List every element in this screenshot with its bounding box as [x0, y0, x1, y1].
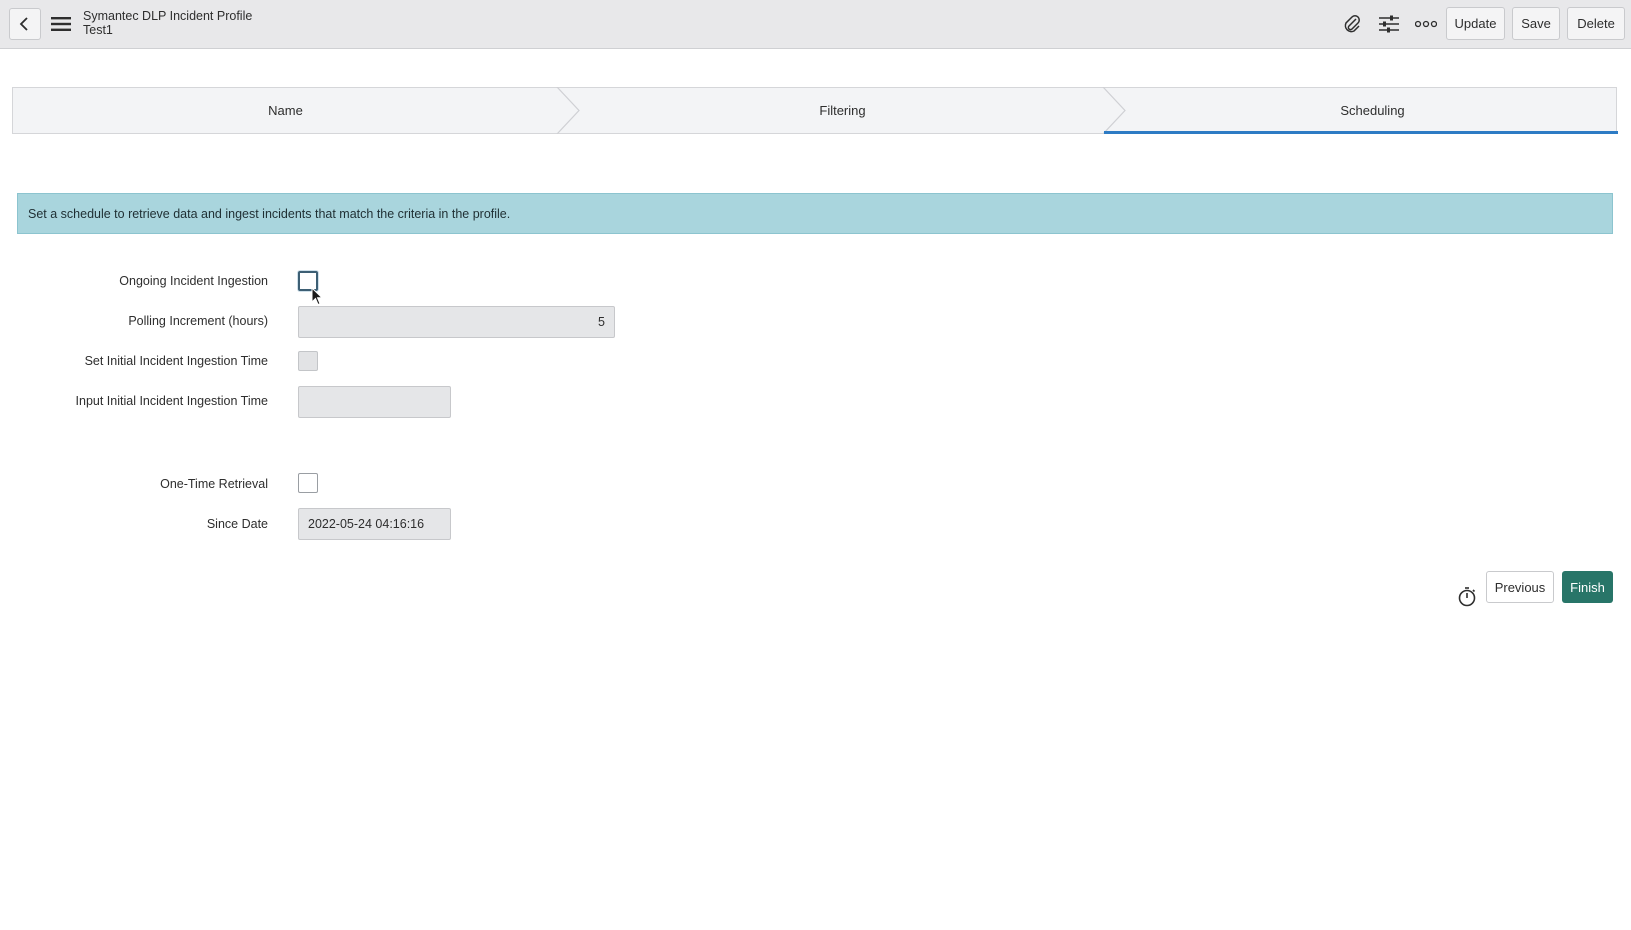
polling-increment-input[interactable]: 5: [298, 306, 615, 338]
hamburger-menu-icon: [51, 17, 71, 31]
hamburger-menu-button[interactable]: [50, 13, 72, 35]
step-name[interactable]: Name: [13, 88, 558, 133]
stopwatch-icon: [1458, 587, 1476, 607]
step-filtering[interactable]: Filtering: [581, 88, 1104, 133]
info-banner: Set a schedule to retrieve data and inge…: [17, 193, 1613, 234]
form-title: Symantec DLP Incident Profile: [83, 9, 253, 23]
form-title-block: Symantec DLP Incident Profile Test1: [83, 9, 252, 37]
settings-sliders-icon: [1379, 15, 1399, 33]
personalize-form-button[interactable]: [1377, 12, 1401, 36]
ongoing-ingestion-label: Ongoing Incident Ingestion: [119, 274, 268, 288]
update-button[interactable]: Update: [1446, 7, 1505, 40]
set-initial-time-checkbox[interactable]: [298, 351, 318, 371]
since-date-field[interactable]: 2022-05-24 04:16:16: [298, 508, 451, 540]
step-scheduling[interactable]: Scheduling: [1127, 88, 1618, 133]
polling-increment-label: Polling Increment (hours): [128, 314, 268, 328]
previous-button[interactable]: Previous: [1486, 571, 1554, 603]
input-initial-time-label: Input Initial Incident Ingestion Time: [75, 394, 268, 408]
since-date-label: Since Date: [206, 517, 268, 531]
step-separator-icon: [556, 87, 580, 134]
set-initial-time-label: Set Initial Incident Ingestion Time: [84, 354, 268, 368]
active-step-indicator: [1104, 131, 1618, 134]
back-button[interactable]: [9, 8, 41, 40]
one-time-retrieval-label: One-Time Retrieval: [160, 477, 268, 491]
more-options-button[interactable]: [1414, 12, 1438, 36]
save-button[interactable]: Save: [1512, 7, 1560, 40]
step-separator-icon: [1102, 87, 1126, 134]
form-header: Symantec DLP Incident Profile Test1 Upda…: [0, 0, 1631, 49]
mouse-cursor-icon: [311, 287, 324, 306]
more-options-icon: [1415, 20, 1437, 28]
one-time-retrieval-checkbox[interactable]: [298, 473, 318, 493]
back-icon: [19, 17, 28, 31]
input-initial-time-field[interactable]: [298, 386, 451, 418]
response-time-button[interactable]: [1455, 585, 1479, 609]
finish-button[interactable]: Finish: [1562, 571, 1613, 603]
attachment-button[interactable]: [1340, 12, 1364, 36]
delete-button[interactable]: Delete: [1567, 7, 1625, 40]
wizard-stepper: Name Filtering Scheduling: [12, 87, 1618, 134]
record-name: Test1: [83, 23, 113, 37]
paperclip-icon: [1344, 15, 1360, 33]
